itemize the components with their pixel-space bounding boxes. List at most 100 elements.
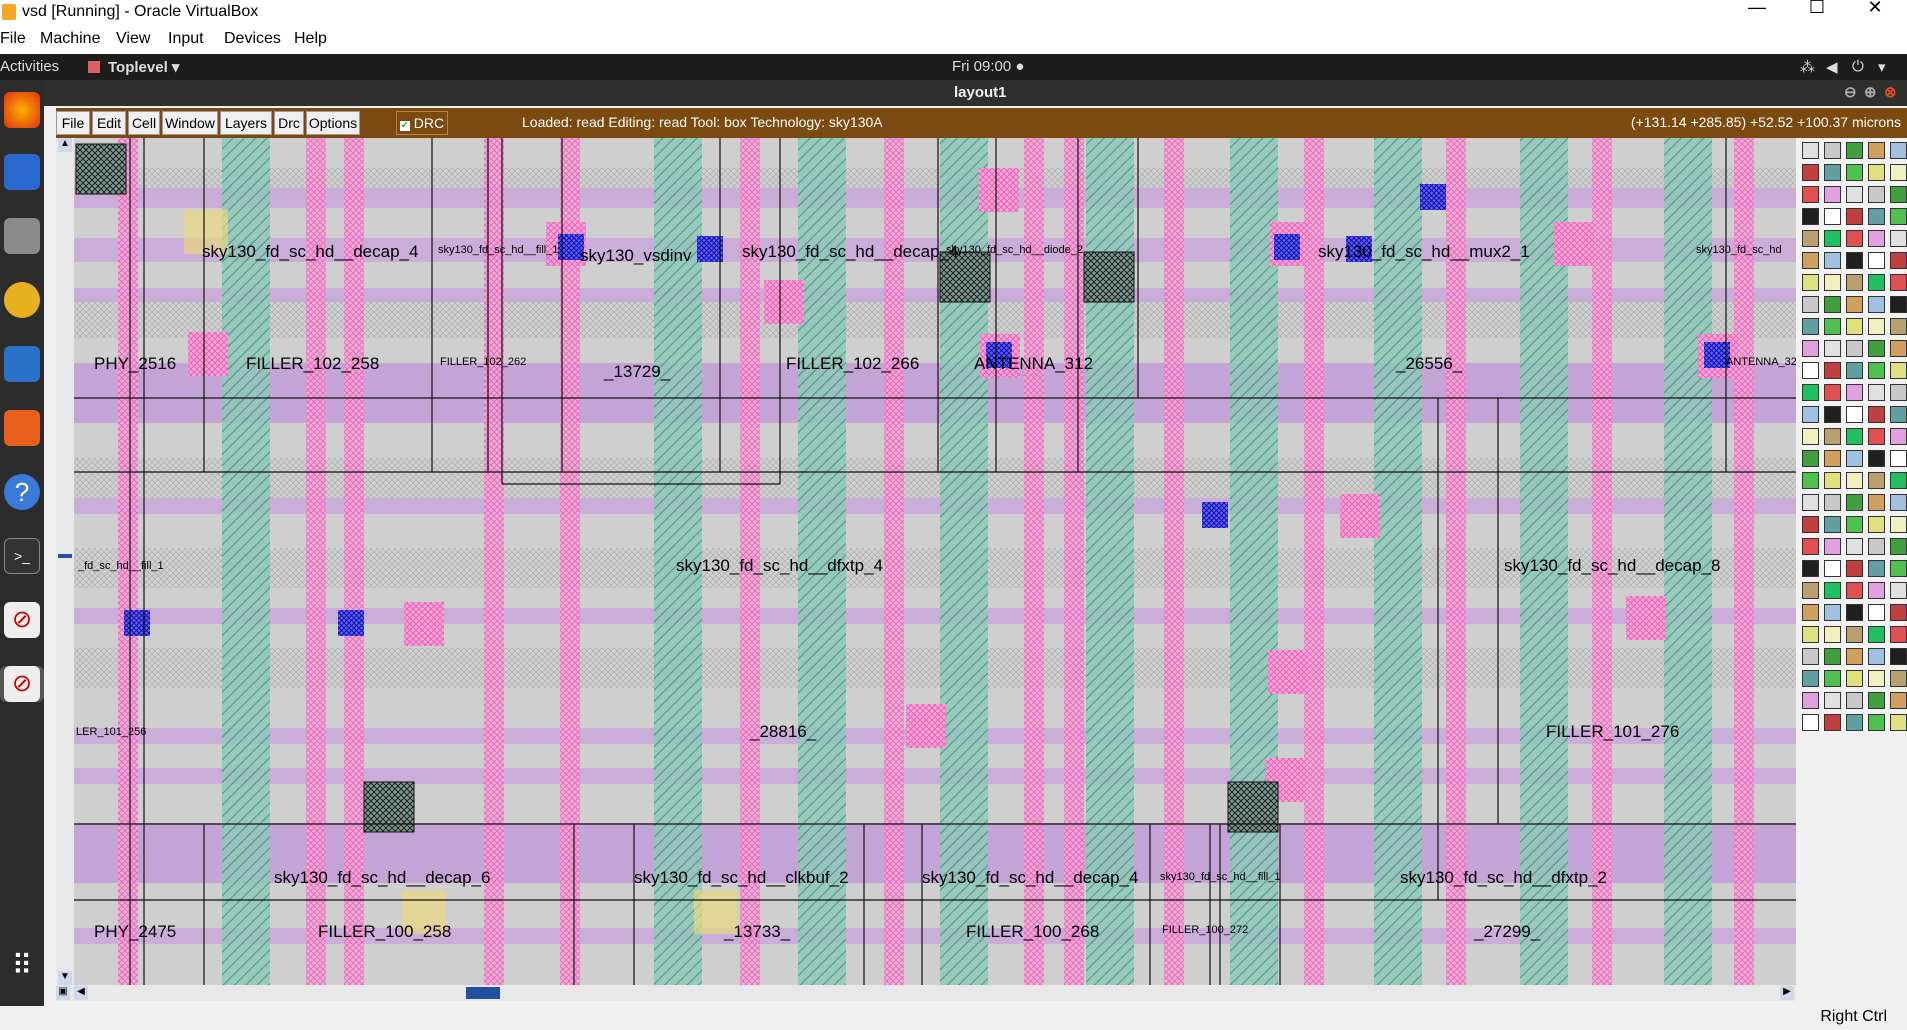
- layer-swatch[interactable]: [1868, 362, 1885, 379]
- layer-swatch[interactable]: [1824, 186, 1841, 203]
- layer-swatch[interactable]: [1824, 406, 1841, 423]
- magic-menu-window[interactable]: Window: [162, 111, 218, 135]
- layer-swatch[interactable]: [1890, 384, 1907, 401]
- layer-swatch[interactable]: [1890, 340, 1907, 357]
- layer-swatch[interactable]: [1824, 450, 1841, 467]
- menu-file[interactable]: File: [0, 30, 26, 48]
- layer-swatch[interactable]: [1802, 494, 1819, 511]
- layer-swatch[interactable]: [1846, 516, 1863, 533]
- layer-swatch[interactable]: [1890, 582, 1907, 599]
- layer-swatch[interactable]: [1868, 406, 1885, 423]
- rhythmbox-icon[interactable]: [4, 282, 40, 318]
- layer-swatch[interactable]: [1890, 362, 1907, 379]
- scroll-up-icon[interactable]: ▲: [58, 138, 72, 152]
- layer-swatch[interactable]: [1824, 472, 1841, 489]
- layer-swatch[interactable]: [1890, 318, 1907, 335]
- layer-swatch[interactable]: [1802, 362, 1819, 379]
- layer-swatch[interactable]: [1868, 472, 1885, 489]
- volume-icon[interactable]: ◀: [1826, 58, 1838, 76]
- layer-swatch[interactable]: [1868, 670, 1885, 687]
- magic-menu-edit[interactable]: Edit: [92, 111, 126, 135]
- layer-swatch[interactable]: [1846, 186, 1863, 203]
- layer-swatch[interactable]: [1890, 208, 1907, 225]
- layer-swatch[interactable]: [1868, 186, 1885, 203]
- layer-swatch[interactable]: [1802, 186, 1819, 203]
- layer-swatch[interactable]: [1824, 252, 1841, 269]
- layer-swatch[interactable]: [1846, 230, 1863, 247]
- layer-swatch[interactable]: [1846, 714, 1863, 731]
- layer-swatch[interactable]: [1868, 208, 1885, 225]
- layer-swatch[interactable]: [1802, 252, 1819, 269]
- layer-swatch[interactable]: [1846, 450, 1863, 467]
- network-icon[interactable]: ⁂: [1800, 58, 1815, 76]
- layer-swatch[interactable]: [1824, 692, 1841, 709]
- layer-swatch[interactable]: [1890, 560, 1907, 577]
- layer-swatch[interactable]: [1868, 516, 1885, 533]
- layer-swatch[interactable]: [1824, 384, 1841, 401]
- scroll-left-icon[interactable]: ◀: [74, 986, 88, 1000]
- layer-swatch[interactable]: [1868, 384, 1885, 401]
- layer-swatch[interactable]: [1890, 516, 1907, 533]
- layer-swatch[interactable]: [1890, 494, 1907, 511]
- horizontal-scrollbar[interactable]: ▣ ◀ ▶: [56, 985, 1796, 1001]
- layer-swatch[interactable]: [1824, 648, 1841, 665]
- layer-swatch[interactable]: [1846, 560, 1863, 577]
- layer-swatch[interactable]: [1802, 318, 1819, 335]
- chevron-down-icon[interactable]: ▾: [1878, 58, 1886, 76]
- layer-swatch[interactable]: [1846, 340, 1863, 357]
- layer-swatch[interactable]: [1868, 230, 1885, 247]
- layer-swatch[interactable]: [1824, 142, 1841, 159]
- layer-swatch[interactable]: [1824, 494, 1841, 511]
- layer-swatch[interactable]: [1846, 274, 1863, 291]
- layer-swatch[interactable]: [1890, 274, 1907, 291]
- layer-swatch[interactable]: [1824, 604, 1841, 621]
- layer-swatch[interactable]: [1846, 472, 1863, 489]
- layer-swatch[interactable]: [1802, 406, 1819, 423]
- layer-swatch[interactable]: [1890, 538, 1907, 555]
- layer-swatch[interactable]: [1824, 340, 1841, 357]
- layer-swatch[interactable]: [1846, 692, 1863, 709]
- layer-swatch[interactable]: [1846, 252, 1863, 269]
- layer-swatch[interactable]: [1868, 340, 1885, 357]
- layer-swatch[interactable]: [1802, 582, 1819, 599]
- layer-swatch[interactable]: [1802, 296, 1819, 313]
- layer-swatch[interactable]: [1890, 450, 1907, 467]
- layer-swatch[interactable]: [1802, 626, 1819, 643]
- layer-swatch[interactable]: [1802, 340, 1819, 357]
- layer-swatch[interactable]: [1846, 208, 1863, 225]
- layer-swatch[interactable]: [1868, 164, 1885, 181]
- layer-swatch[interactable]: [1846, 494, 1863, 511]
- layer-swatch[interactable]: [1846, 538, 1863, 555]
- thunderbird-icon[interactable]: [4, 154, 40, 190]
- menu-help[interactable]: Help: [294, 30, 327, 48]
- layer-swatch[interactable]: [1824, 560, 1841, 577]
- layer-swatch[interactable]: [1890, 604, 1907, 621]
- layer-swatch[interactable]: [1890, 670, 1907, 687]
- magic-menu-options[interactable]: Options: [306, 111, 360, 135]
- layer-swatch[interactable]: [1824, 670, 1841, 687]
- layer-swatch[interactable]: [1890, 230, 1907, 247]
- layer-swatch[interactable]: [1846, 296, 1863, 313]
- layer-swatch[interactable]: [1890, 472, 1907, 489]
- layer-swatch[interactable]: [1868, 142, 1885, 159]
- layer-swatch[interactable]: [1868, 692, 1885, 709]
- layer-swatch[interactable]: [1824, 582, 1841, 599]
- layer-swatch[interactable]: [1846, 164, 1863, 181]
- layer-swatch[interactable]: [1824, 296, 1841, 313]
- layer-swatch[interactable]: [1824, 230, 1841, 247]
- layer-swatch[interactable]: [1824, 516, 1841, 533]
- layer-swatch[interactable]: [1824, 274, 1841, 291]
- layer-swatch[interactable]: [1802, 384, 1819, 401]
- magic-maximize-button[interactable]: ⊕: [1864, 83, 1877, 101]
- firefox-icon[interactable]: [4, 92, 40, 128]
- apps-grid-icon[interactable]: ⠿: [4, 948, 40, 984]
- layer-swatch[interactable]: [1846, 582, 1863, 599]
- magic-menu-drc[interactable]: Drc: [274, 111, 304, 135]
- magic-menu-layers[interactable]: Layers: [220, 111, 272, 135]
- layer-swatch[interactable]: [1802, 538, 1819, 555]
- layer-swatch[interactable]: [1846, 428, 1863, 445]
- layer-swatch[interactable]: [1890, 296, 1907, 313]
- layer-swatch[interactable]: [1868, 494, 1885, 511]
- layer-swatch[interactable]: [1802, 428, 1819, 445]
- minimize-button[interactable]: —: [1730, 0, 1784, 28]
